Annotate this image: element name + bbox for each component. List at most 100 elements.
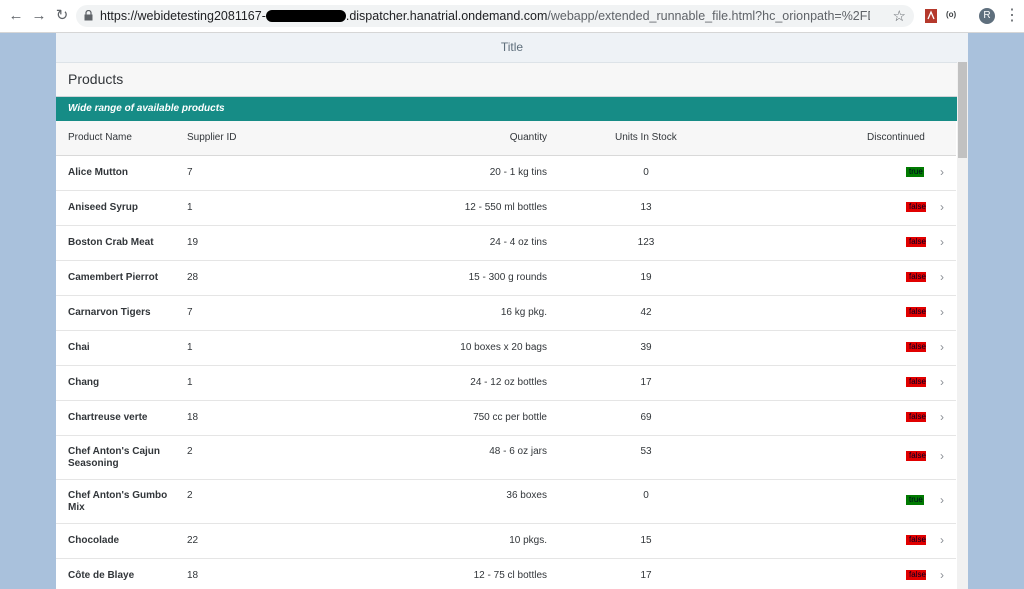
- quantity: 10 pkgs.: [509, 535, 547, 546]
- supplier-id: 2: [187, 446, 193, 457]
- supplier-id: 7: [187, 167, 193, 178]
- product-name: Boston Crab Meat: [68, 237, 154, 248]
- supplier-id: 1: [187, 202, 193, 213]
- discontinued-badge: true: [906, 495, 924, 505]
- table-row[interactable]: Camembert Pierrot 28 15 - 300 g rounds 1…: [56, 261, 956, 296]
- redaction-mark: [265, 10, 346, 22]
- table-row[interactable]: Chef Anton's Gumbo Mix 2 36 boxes 0 true…: [56, 480, 956, 524]
- bookmark-star-icon[interactable]: ☆: [893, 7, 906, 25]
- chevron-right-icon[interactable]: ›: [940, 305, 944, 319]
- quantity: 16 kg pkg.: [500, 307, 547, 318]
- product-name: Chef Anton's Gumbo Mix: [68, 490, 168, 513]
- chevron-right-icon[interactable]: ›: [940, 340, 944, 354]
- app-title: Title: [56, 33, 968, 63]
- quantity: 48 - 6 oz jars: [489, 446, 547, 457]
- lock-icon: [84, 10, 93, 21]
- table-row[interactable]: Alice Mutton 7 20 - 1 kg tins 0 true ›: [56, 156, 956, 191]
- discontinued-badge: false: [906, 342, 926, 352]
- discontinued-badge: false: [906, 237, 926, 247]
- chevron-right-icon[interactable]: ›: [940, 270, 944, 284]
- supplier-id: 28: [187, 272, 199, 283]
- chevron-right-icon[interactable]: ›: [940, 410, 944, 424]
- quantity: 12 - 550 ml bottles: [464, 202, 547, 213]
- table-row[interactable]: Chef Anton's Cajun Seasoning 2 48 - 6 oz…: [56, 436, 956, 480]
- table-row[interactable]: Carnarvon Tigers 7 16 kg pkg. 42 false ›: [56, 296, 956, 331]
- units-in-stock: 19: [640, 272, 652, 283]
- scrollbar-thumb[interactable]: [958, 62, 967, 158]
- units-in-stock: 123: [637, 237, 655, 248]
- chevron-right-icon[interactable]: ›: [940, 165, 944, 179]
- browser-toolbar: ← → ↻ https://webidetesting2081167- .disp…: [0, 0, 1024, 33]
- column-header-supplier-id: Supplier ID: [187, 132, 237, 143]
- chevron-right-icon[interactable]: ›: [940, 493, 944, 507]
- units-in-stock: 17: [640, 377, 652, 388]
- product-name: Alice Mutton: [68, 167, 128, 178]
- units-in-stock: 39: [640, 342, 652, 353]
- browser-menu-icon[interactable]: ⋮: [1004, 7, 1020, 25]
- discontinued-badge: false: [906, 272, 926, 282]
- product-name: Côte de Blaye: [68, 570, 135, 581]
- column-header-discontinued: Discontinued: [867, 132, 925, 143]
- quantity: 10 boxes x 20 bags: [460, 342, 547, 353]
- discontinued-badge: false: [906, 377, 926, 387]
- discontinued-badge: false: [906, 535, 926, 545]
- supplier-id: 19: [187, 237, 199, 248]
- quantity: 20 - 1 kg tins: [489, 167, 547, 178]
- quantity: 15 - 300 g rounds: [468, 272, 547, 283]
- product-name: Carnarvon Tigers: [68, 307, 151, 318]
- quantity: 750 cc per bottle: [473, 412, 547, 423]
- supplier-id: 22: [187, 535, 199, 546]
- extension-icon[interactable]: (o): [946, 10, 956, 26]
- product-name: Chef Anton's Cajun Seasoning: [68, 446, 161, 469]
- back-arrow-icon[interactable]: ←: [8, 8, 24, 24]
- table-row[interactable]: Chai 1 10 boxes x 20 bags 39 false ›: [56, 331, 956, 366]
- discontinued-badge: false: [906, 412, 926, 422]
- product-name: Chai: [68, 342, 90, 353]
- table-row[interactable]: Boston Crab Meat 19 24 - 4 oz tins 123 f…: [56, 226, 956, 261]
- chevron-right-icon[interactable]: ›: [940, 449, 944, 463]
- chevron-right-icon[interactable]: ›: [940, 200, 944, 214]
- table-row[interactable]: Chocolade 22 10 pkgs. 15 false ›: [56, 524, 956, 559]
- table-row[interactable]: Aniseed Syrup 1 12 - 550 ml bottles 13 f…: [56, 191, 956, 226]
- supplier-id: 1: [187, 342, 193, 353]
- quantity: 12 - 75 cl bottles: [473, 570, 547, 581]
- chevron-right-icon[interactable]: ›: [940, 235, 944, 249]
- quantity: 24 - 12 oz bottles: [470, 377, 547, 388]
- reload-icon[interactable]: ↻: [54, 8, 70, 24]
- chevron-right-icon[interactable]: ›: [940, 568, 944, 582]
- supplier-id: 2: [187, 490, 193, 501]
- discontinued-badge: false: [906, 307, 926, 317]
- url-text: https://webidetesting2081167- .dispatcher…: [100, 9, 870, 23]
- product-name: Camembert Pierrot: [68, 272, 159, 283]
- table-row[interactable]: Chartreuse verte 18 750 cc per bottle 69…: [56, 401, 956, 436]
- discontinued-badge: false: [906, 202, 926, 212]
- units-in-stock: 13: [640, 202, 652, 213]
- discontinued-badge: true: [906, 167, 924, 177]
- column-header-quantity: Quantity: [509, 132, 547, 143]
- supplier-id: 18: [187, 570, 199, 581]
- product-name: Aniseed Syrup: [68, 202, 139, 213]
- units-in-stock: 42: [640, 307, 652, 318]
- product-name: Chocolade: [68, 535, 120, 546]
- discontinued-badge: false: [906, 451, 926, 461]
- units-in-stock: 15: [640, 535, 652, 546]
- quantity: 24 - 4 oz tins: [489, 237, 547, 248]
- table-row[interactable]: Côte de Blaye 18 12 - 75 cl bottles 17 f…: [56, 559, 956, 589]
- chevron-right-icon[interactable]: ›: [940, 533, 944, 547]
- table-header: Product Name Supplier ID Quantity Units …: [56, 121, 956, 156]
- pdf-extension-icon[interactable]: [924, 8, 938, 24]
- units-in-stock: 0: [643, 167, 649, 178]
- profile-avatar[interactable]: R: [979, 8, 995, 24]
- units-in-stock: 53: [640, 446, 652, 457]
- forward-arrow-icon[interactable]: →: [31, 8, 47, 24]
- table-row[interactable]: Chang 1 24 - 12 oz bottles 17 false ›: [56, 366, 956, 401]
- discontinued-badge: false: [906, 570, 926, 580]
- supplier-id: 7: [187, 307, 193, 318]
- product-name: Chang: [68, 377, 100, 388]
- column-header-units-in-stock: Units In Stock: [615, 132, 677, 143]
- units-in-stock: 0: [643, 490, 649, 501]
- product-name: Chartreuse verte: [68, 412, 148, 423]
- chevron-right-icon[interactable]: ›: [940, 375, 944, 389]
- app-shell: Title Products Wide range of available p…: [56, 33, 968, 589]
- address-bar[interactable]: https://webidetesting2081167- .dispatcher…: [76, 5, 914, 27]
